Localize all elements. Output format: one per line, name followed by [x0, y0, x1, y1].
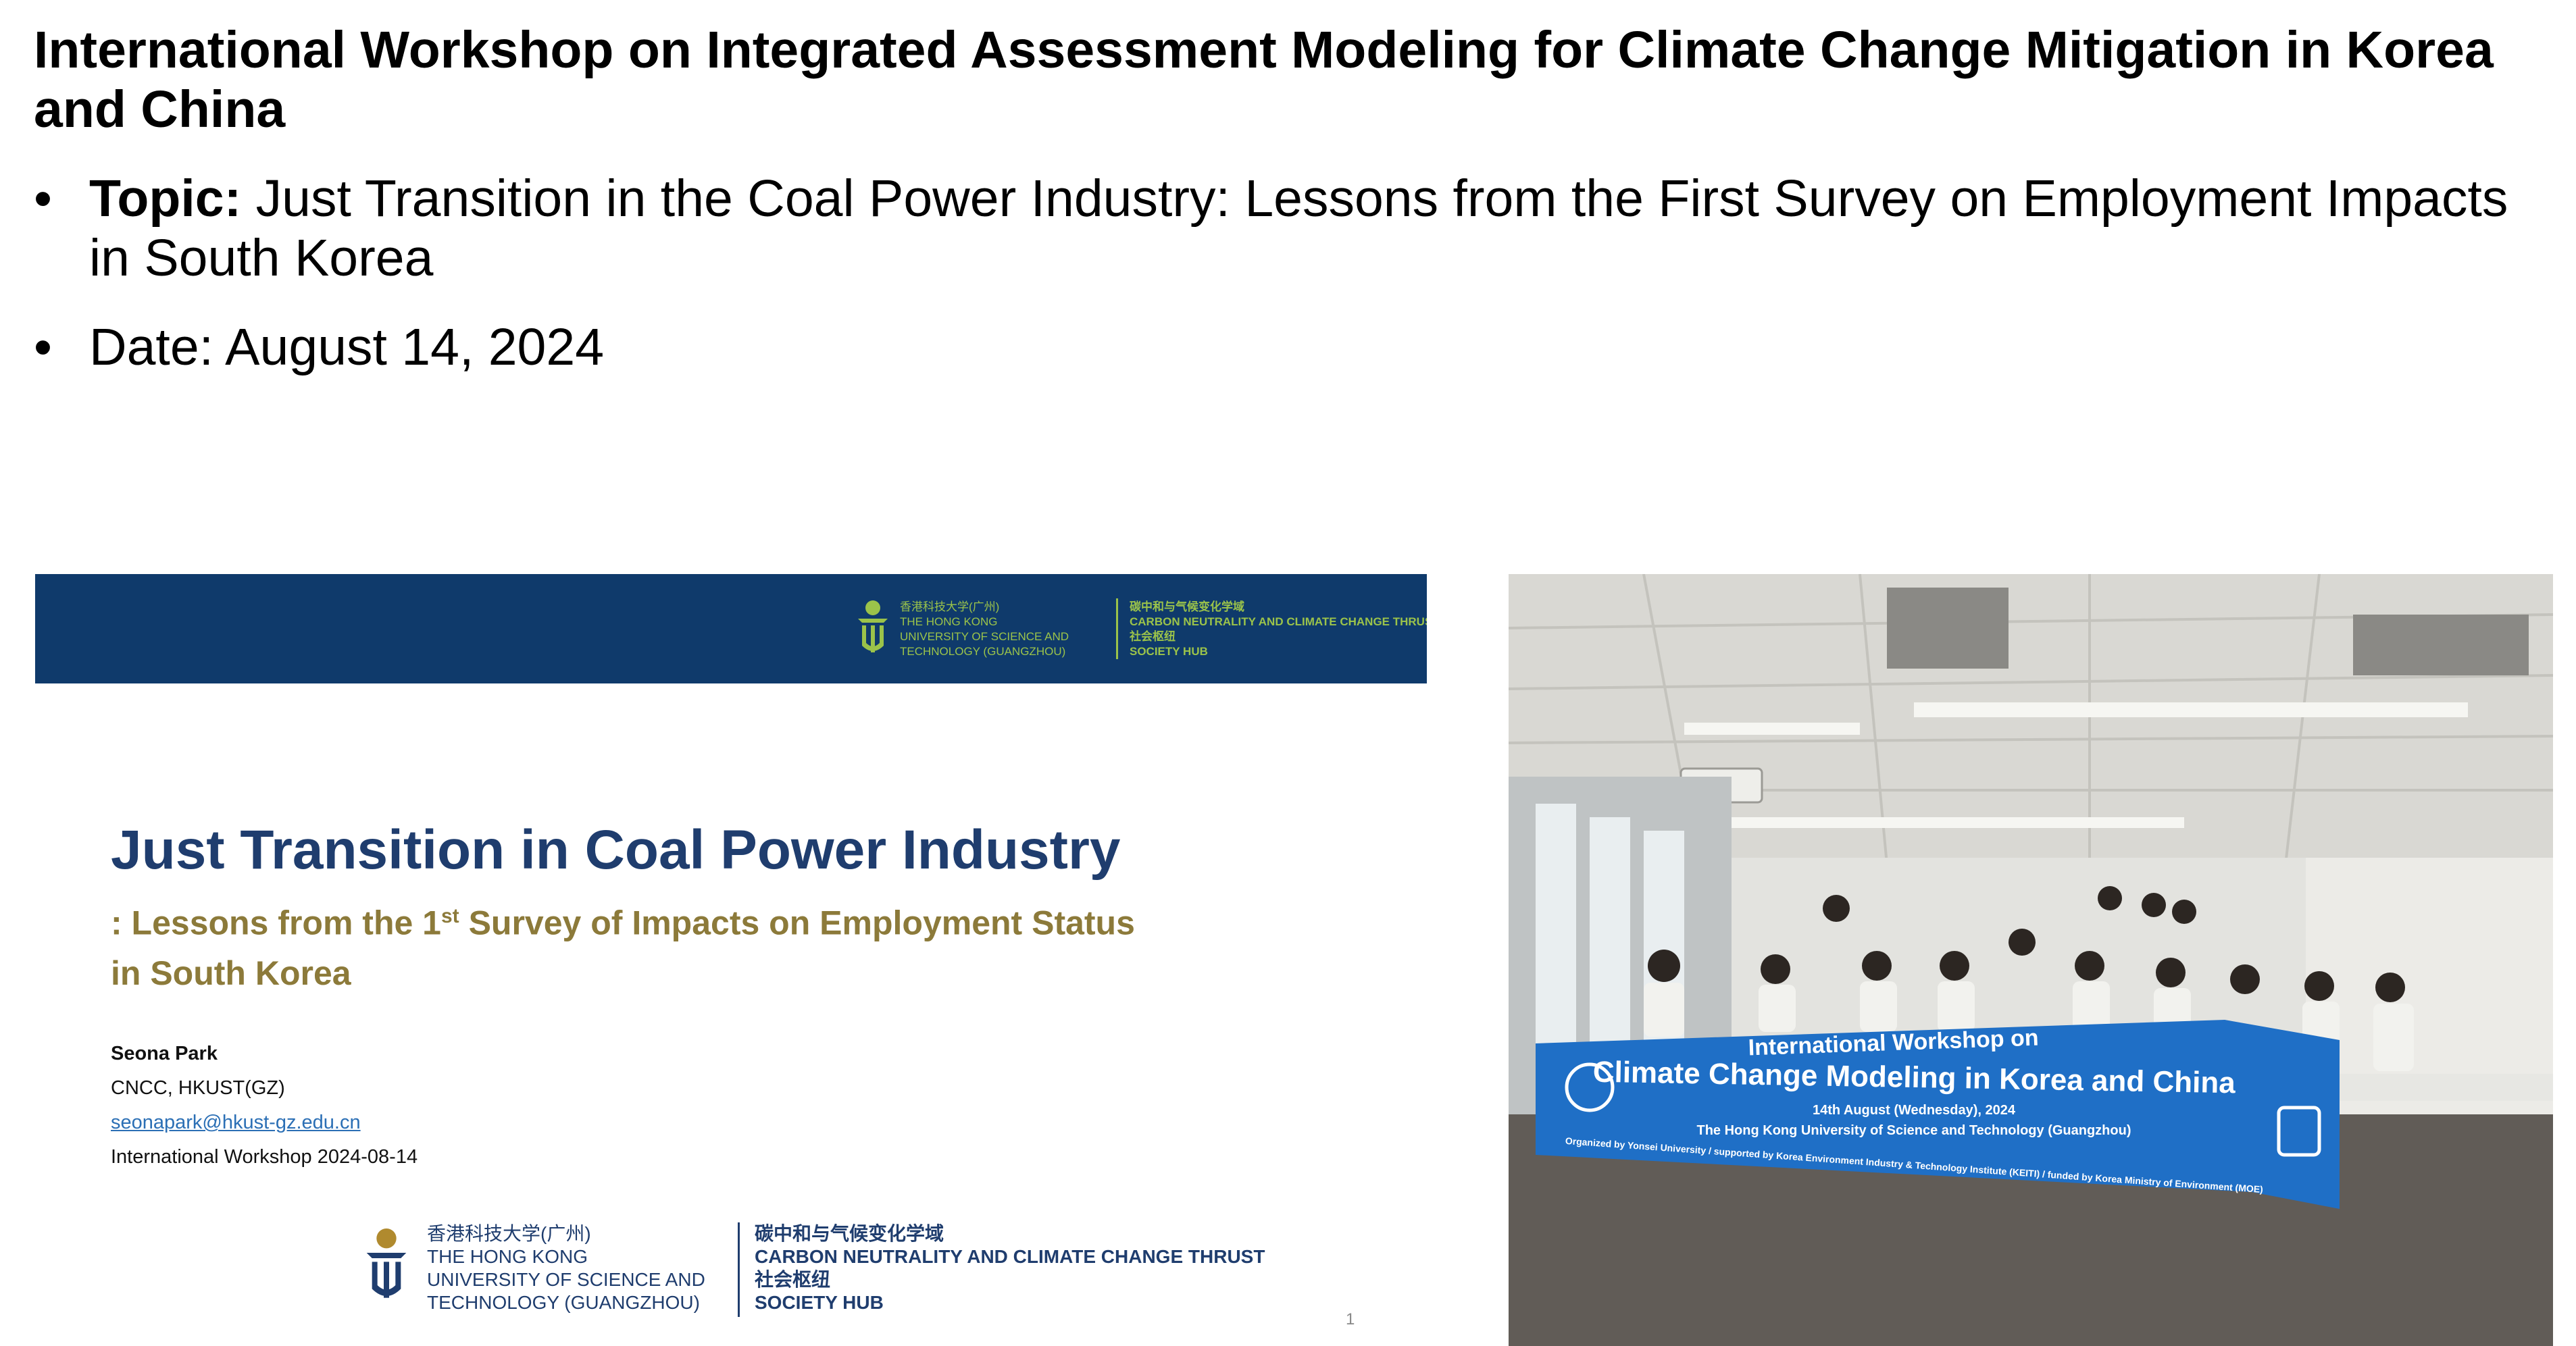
bullet-list: • Topic: Just Transition in the Coal Pow… — [34, 169, 2547, 407]
date-text: Date: August 14, 2024 — [89, 318, 605, 376]
footer-university-name: 香港科技大学(广州) THE HONG KONG UNIVERSITY OF S… — [427, 1223, 705, 1313]
banner-line4: The Hong Kong University of Science and … — [1697, 1123, 2131, 1138]
group-photo: International Workshop on Climate Change… — [1509, 574, 2553, 1346]
footer-logo: 香港科技大学(广州) THE HONG KONG UNIVERSITY OF S… — [359, 1222, 1305, 1317]
subtitle-part: Survey of Impacts on Employment Status — [459, 904, 1135, 942]
bullet-topic: • Topic: Just Transition in the Coal Pow… — [34, 169, 2547, 288]
footer-thrust-name: 碳中和与气候变化学域 CARBON NEUTRALITY AND CLIMATE… — [755, 1223, 1265, 1313]
topic-text: Just Transition in the Coal Power Indust… — [89, 170, 2508, 287]
footer-divider — [738, 1222, 740, 1317]
header-divider — [1116, 598, 1118, 659]
slide-page-number: 1 — [1346, 1310, 1355, 1328]
slide-subtitle: : Lessons from the 1st Survey of Impacts… — [111, 891, 1135, 998]
author-name: Seona Park — [111, 1043, 218, 1064]
author-block: Seona Park CNCC, HKUST(GZ) seonapark@hku… — [111, 1037, 418, 1174]
author-affiliation: CNCC, HKUST(GZ) — [111, 1077, 285, 1099]
bullet-date: • Date: August 14, 2024 — [34, 317, 2547, 377]
bullet-icon: • — [34, 318, 52, 376]
subtitle-superscript: st — [441, 905, 459, 927]
header-university-name: 香港科技大学(广州) THE HONG KONG UNIVERSITY OF S… — [900, 600, 1069, 658]
topic-label: Topic: — [89, 170, 242, 228]
header-university-logo: 香港科技大学(广州) THE HONG KONG UNIVERSITY OF S… — [853, 598, 1136, 659]
slide-title: Just Transition in Coal Power Industry — [111, 819, 1121, 881]
slide-header-bar: 香港科技大学(广州) THE HONG KONG UNIVERSITY OF S… — [35, 574, 1427, 683]
university-crest-icon — [858, 600, 888, 652]
event-line: International Workshop 2024-08-14 — [111, 1146, 418, 1168]
page-title: International Workshop on Integrated Ass… — [34, 21, 2494, 138]
university-crest-icon — [366, 1228, 407, 1298]
banner-line3: 14th August (Wednesday), 2024 — [1813, 1103, 2016, 1118]
bullet-icon: • — [34, 170, 52, 228]
subtitle-part: : Lessons from the 1 — [111, 904, 441, 942]
header-thrust-name: 碳中和与气候变化学域 CARBON NEUTRALITY AND CLIMATE… — [1130, 600, 1427, 658]
slide-thumbnail: 香港科技大学(广州) THE HONG KONG UNIVERSITY OF S… — [35, 574, 1427, 1346]
group-photo-illustration: International Workshop on Climate Change… — [1509, 574, 2553, 1346]
author-email-link[interactable]: seonapark@hkust-gz.edu.cn — [111, 1106, 418, 1140]
subtitle-line2: in South Korea — [111, 954, 351, 992]
